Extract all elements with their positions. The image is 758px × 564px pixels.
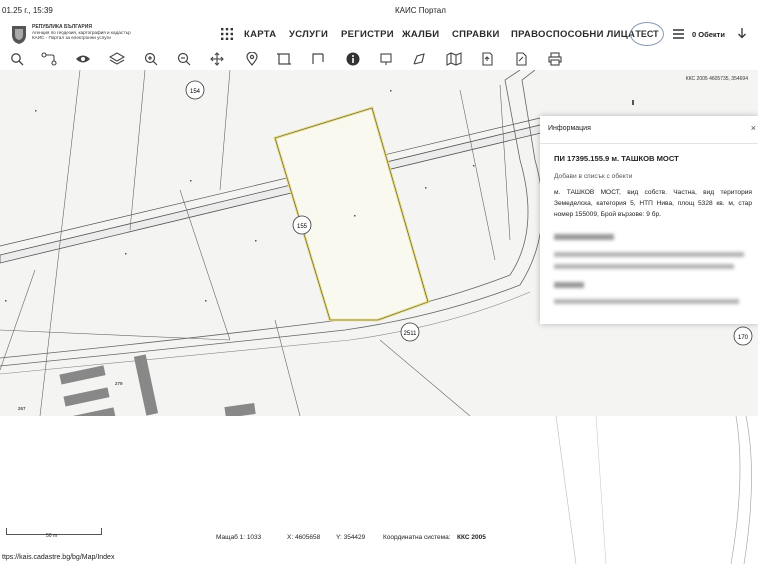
select-area-icon[interactable]: [273, 48, 295, 70]
route-icon[interactable]: [38, 48, 60, 70]
coat-of-arms-logo[interactable]: [8, 23, 30, 45]
print-header: 01.25 г., 15:39 КАИС Портал: [0, 0, 758, 20]
logo-text: РЕПУБЛИКА БЪЛГАРИЯ Агенция по геодезия, …: [32, 25, 131, 41]
nav-item-zhalbi[interactable]: ЖАЛБИ: [402, 29, 439, 40]
hamburger-menu-icon[interactable]: [672, 27, 685, 45]
print-date: 01.25 г., 15:39: [2, 6, 53, 15]
info-divider: [540, 143, 758, 144]
map-top-coordinates: ККС 2005 4605735, 354694: [685, 76, 748, 82]
blurred-text-3: [554, 299, 739, 304]
parcel-label-267: 267: [18, 406, 26, 411]
map-toolbar: [0, 48, 600, 70]
edit-document-icon[interactable]: [510, 48, 532, 70]
scale-readout: Мащаб 1: 1033: [216, 534, 262, 541]
zoom-out-icon[interactable]: [173, 48, 195, 70]
zoom-in-icon[interactable]: [140, 48, 162, 70]
blurred-heading-1: [554, 234, 614, 240]
parcel-title: ПИ 17395.155.9 м. ТАШКОВ МОСТ: [554, 154, 679, 163]
page-url: ttps://kais.cadastre.bg/bg/Map/Index: [2, 554, 115, 561]
crs-value[interactable]: ККС 2005: [457, 534, 486, 541]
apps-grid-icon[interactable]: [220, 27, 234, 46]
nav-item-pravosposobni-lica[interactable]: ПРАВОСПОСОБНИ ЛИЦА: [511, 29, 635, 40]
export-icon[interactable]: [476, 48, 498, 70]
print-icon[interactable]: [544, 48, 566, 70]
y-coordinate: Y: 354429: [336, 534, 366, 541]
blurred-heading-2: [554, 282, 584, 288]
map-icon[interactable]: [443, 48, 465, 70]
nav-item-karta[interactable]: КАРТА: [244, 29, 276, 40]
test-button[interactable]: ТЕСТ: [630, 22, 664, 46]
blurred-text-2: [554, 264, 734, 269]
parcel-label-2511: 2511: [404, 331, 418, 337]
scale-bar-label: 50 m: [46, 533, 58, 539]
blurred-text-1: [554, 252, 744, 257]
top-navigation-bar: РЕПУБЛИКА БЪЛГАРИЯ Агенция по геодезия, …: [0, 20, 758, 48]
parcel-label-170: 170: [738, 335, 749, 341]
eye-icon[interactable]: [72, 48, 94, 70]
logo-line-3: КАИС - Портал за електронни услуги: [32, 35, 111, 40]
identify-icon[interactable]: [375, 48, 397, 70]
map-continuation: [496, 416, 758, 564]
nav-item-registri[interactable]: РЕГИСТРИ: [341, 29, 394, 40]
map-footer: 50 m Мащаб 1: 1033 X: 4605658 Y: 354429 …: [0, 416, 758, 564]
parcel-label-154: 154: [190, 89, 201, 95]
crs-label: Координатна система:: [383, 534, 451, 541]
close-icon[interactable]: ×: [751, 123, 756, 133]
info-panel: Информация × ПИ 17395.155.9 м. ТАШКОВ МО…: [540, 116, 758, 324]
measure-area-icon[interactable]: [307, 48, 329, 70]
info-icon[interactable]: [342, 48, 364, 70]
location-pin-icon[interactable]: [241, 48, 263, 70]
nav-item-uslugi[interactable]: УСЛУГИ: [289, 29, 328, 40]
print-title: КАИС Портал: [395, 6, 446, 15]
parcel-label-279: 279: [115, 381, 123, 386]
search-icon[interactable]: [6, 48, 28, 70]
layers-icon[interactable]: [106, 48, 128, 70]
pan-icon[interactable]: [206, 48, 228, 70]
add-to-objects-link[interactable]: Добави в списък с обекти: [554, 173, 632, 180]
objects-count[interactable]: 0 Обекти: [692, 30, 725, 39]
arrow-down-icon[interactable]: [737, 27, 747, 42]
x-coordinate: X: 4605658: [287, 534, 321, 541]
info-panel-header: Информация: [548, 125, 591, 132]
parcel-description: м. ТАШКОВ МОСТ, вид собств. Частна, вид …: [554, 189, 752, 218]
parcel-label-155: 155: [297, 224, 308, 230]
draw-polygon-icon[interactable]: [408, 48, 430, 70]
nav-item-spravki[interactable]: СПРАВКИ: [452, 29, 500, 40]
